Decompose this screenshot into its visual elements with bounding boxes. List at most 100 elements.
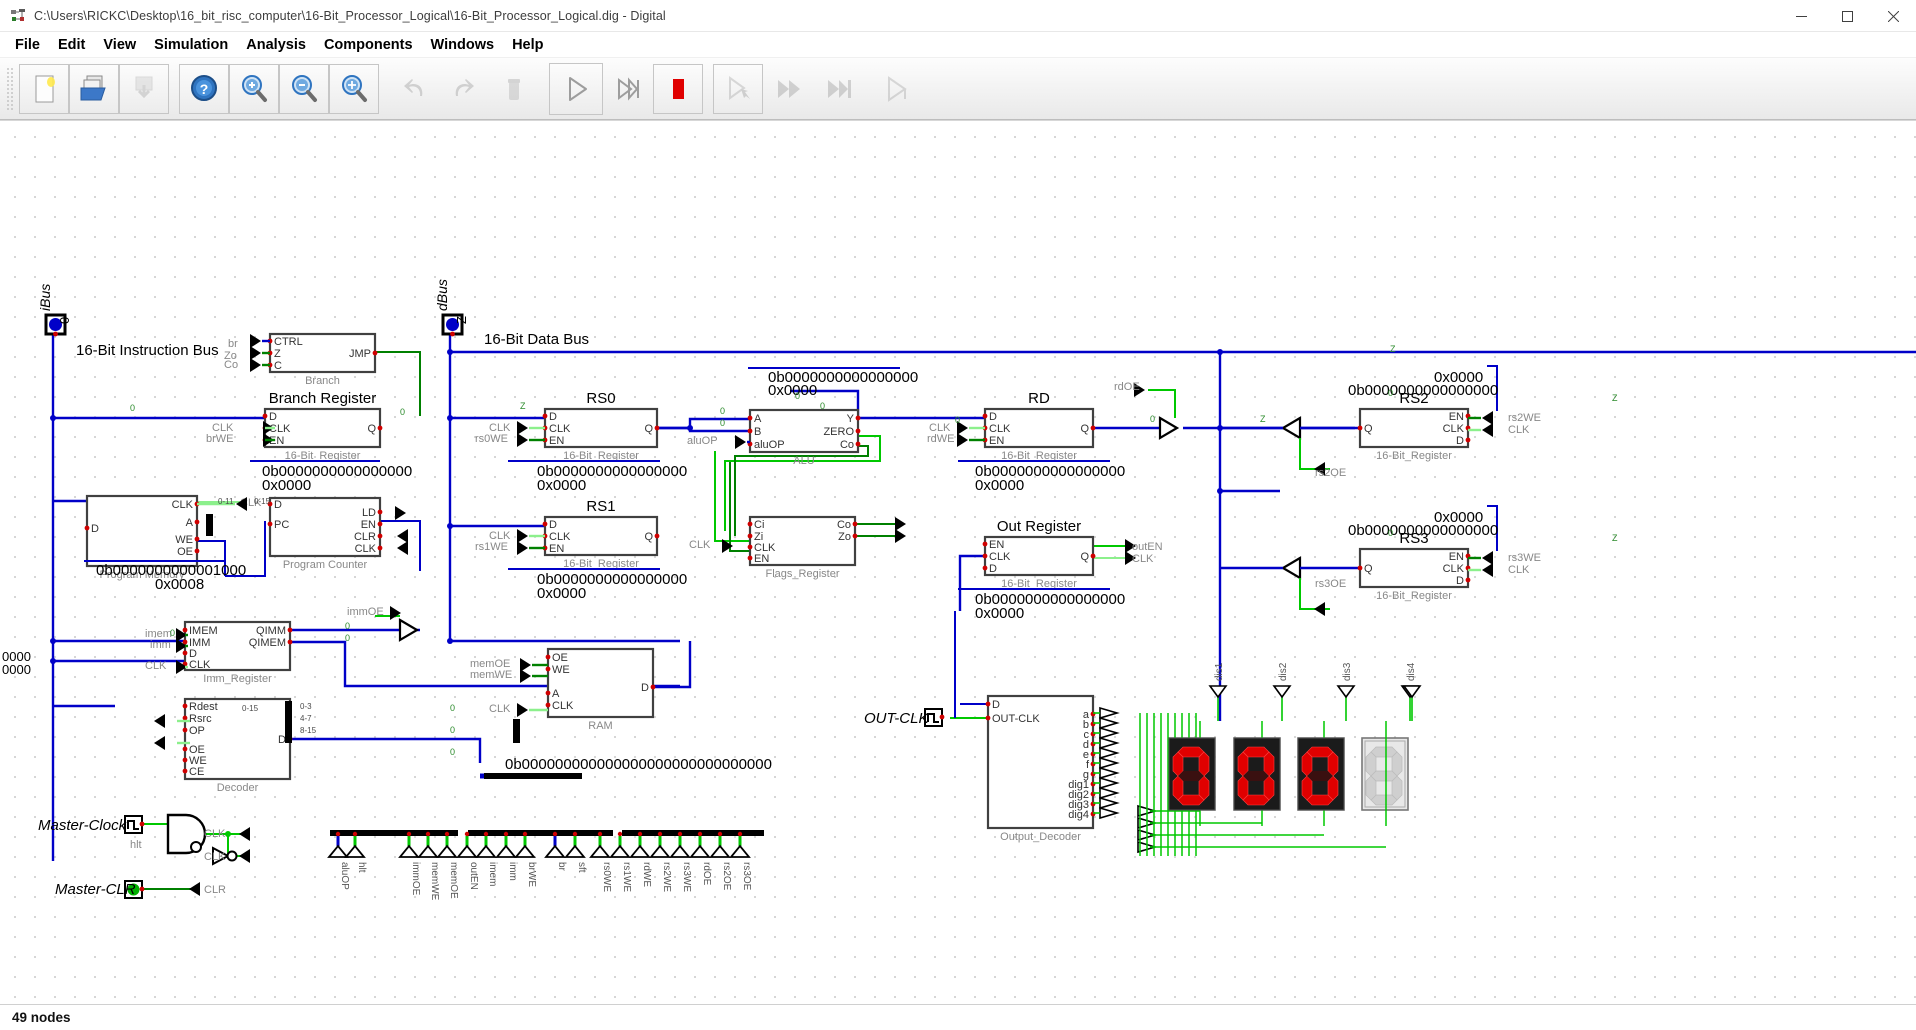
bus-tap	[598, 832, 602, 836]
new-file-button[interactable]	[19, 64, 69, 114]
imm-register-label: Imm_Register	[203, 673, 272, 685]
menu-windows[interactable]: Windows	[422, 35, 504, 55]
split-label-4-7: 4-7	[300, 714, 312, 723]
program-counter-out-clr: CLR	[354, 531, 376, 543]
pin-immoe: immOE	[347, 606, 384, 618]
wire-value-19: 0	[1388, 388, 1393, 398]
pin-rs1WE: rs1WE	[475, 541, 508, 553]
rs2-register-in-en: EN	[1449, 411, 1464, 423]
ram-block-in-we: WE	[552, 664, 570, 676]
output-pin-triangle	[711, 846, 729, 857]
maximize-button[interactable]	[1824, 0, 1870, 32]
menu-components[interactable]: Components	[315, 35, 422, 55]
decoder-input-splitter	[285, 701, 292, 743]
out-register-out-clk: CLK	[989, 551, 1011, 563]
data-bus-label: 16-Bit Data Bus	[484, 331, 589, 348]
seven-segment-2-lit-g	[1243, 771, 1269, 781]
signal-buffer-14	[520, 669, 531, 683]
close-button[interactable]	[1870, 0, 1916, 32]
zoom-out-button[interactable]	[279, 64, 329, 114]
pc-value-hex: 0x0008	[155, 576, 204, 593]
wire-value-20: 0	[1388, 528, 1393, 538]
undo-button	[389, 64, 439, 114]
bus-tap	[718, 832, 722, 836]
bus-tap	[484, 832, 488, 836]
help-button[interactable]: ?	[179, 64, 229, 114]
minimize-button[interactable]	[1778, 0, 1824, 32]
control-bus-bar-1	[330, 830, 458, 836]
rs1-register-title: RS1	[586, 498, 615, 515]
bus-pin-aluop: aluOP	[339, 862, 350, 890]
zo-buffer	[895, 529, 906, 543]
pin-point	[983, 414, 988, 419]
display-label-dis1: dis1	[1214, 662, 1225, 681]
rd-register-in-en: EN	[989, 435, 1004, 447]
wire-value-10: 0	[130, 403, 135, 413]
zoom-fit-button[interactable]	[329, 64, 379, 114]
alu-block-out-co: Co	[840, 439, 854, 451]
segment-driver-7	[1100, 778, 1117, 788]
jmp-wire	[375, 352, 420, 416]
instruction-bus-label: 16-Bit Instruction Bus	[76, 342, 219, 359]
rs3oe-buffer	[1314, 602, 1325, 616]
output-pin-triangle	[591, 846, 609, 857]
circuit-canvas[interactable]: aluOPhltimmOEmemWEmemOEoutENimemimmbrWEb…	[0, 120, 1916, 1004]
display-pin-dis3	[1338, 686, 1354, 697]
rs1-value-hex: 0x0000	[537, 585, 586, 602]
pin-point	[1466, 438, 1471, 443]
seven-segment-4-seg-g	[1371, 771, 1397, 781]
fast-run-button[interactable]	[603, 64, 653, 114]
branch-block-in-c: C	[274, 360, 282, 372]
ram-block-out-d: D	[641, 682, 649, 694]
zoom-in-button[interactable]	[229, 64, 279, 114]
pin-point	[856, 442, 861, 447]
open-file-button[interactable]	[69, 64, 119, 114]
step-over-button	[813, 64, 863, 114]
pin-brwe: brWE	[206, 433, 234, 445]
run-simulation-button[interactable]	[549, 63, 603, 115]
rs2-register-label: 16-Bit_Register	[1376, 450, 1452, 462]
rs3-register-in-en: EN	[1449, 551, 1464, 563]
pin-point	[195, 537, 200, 542]
menu-file[interactable]: File	[6, 35, 49, 55]
stop-simulation-button[interactable]	[653, 64, 703, 114]
pin-point	[543, 414, 548, 419]
wire-value-13: 0	[170, 628, 175, 638]
redo-button	[439, 64, 489, 114]
menu-simulation[interactable]: Simulation	[145, 35, 237, 55]
pin-point	[1466, 578, 1471, 583]
pin-memwe: memWE	[470, 669, 512, 681]
menu-analysis[interactable]: Analysis	[237, 35, 315, 55]
menu-view[interactable]: View	[94, 35, 145, 55]
rs2-register-in-d: D	[1456, 435, 1464, 447]
program-counter-in-pc: PC	[274, 519, 289, 531]
dbus-label: dBus	[434, 279, 450, 311]
menu-edit[interactable]: Edit	[49, 35, 94, 55]
pin-point	[748, 534, 753, 539]
rs2oe-wire	[1300, 438, 1330, 469]
pin-rs0we: rs0WE	[475, 433, 508, 445]
wire-value-7: 0	[720, 418, 725, 428]
alu-value-hex: 0x0000	[768, 382, 817, 399]
imm-register-out-qimm: QIMM	[256, 625, 286, 637]
toolbar-grip[interactable]	[6, 67, 15, 111]
bus-tap	[504, 832, 508, 836]
program-counter-out-en: EN	[361, 519, 376, 531]
seven-segment-1-lit-b	[1199, 752, 1209, 776]
output-decoder-label: Output_Decoder	[1000, 831, 1081, 843]
display-label-dis3: dis3	[1342, 662, 1353, 681]
window-controls	[1778, 0, 1916, 32]
wire-junction	[225, 831, 231, 837]
decoder-block-out-d: D	[278, 734, 286, 746]
program-memory-out-clk: CLK	[172, 499, 194, 511]
pin-clk-rs3: CLK	[1508, 564, 1530, 576]
rs0-register-in-d: D	[549, 411, 557, 423]
pin-point	[655, 534, 660, 539]
signal-buffer-6	[735, 435, 746, 449]
pin-point	[986, 716, 991, 721]
menu-help[interactable]: Help	[503, 35, 552, 55]
signal-buffer-23	[1482, 563, 1493, 577]
run-to-break-button	[763, 64, 813, 114]
rs3-register-out-q: Q	[1364, 563, 1373, 575]
pin-point	[983, 542, 988, 547]
